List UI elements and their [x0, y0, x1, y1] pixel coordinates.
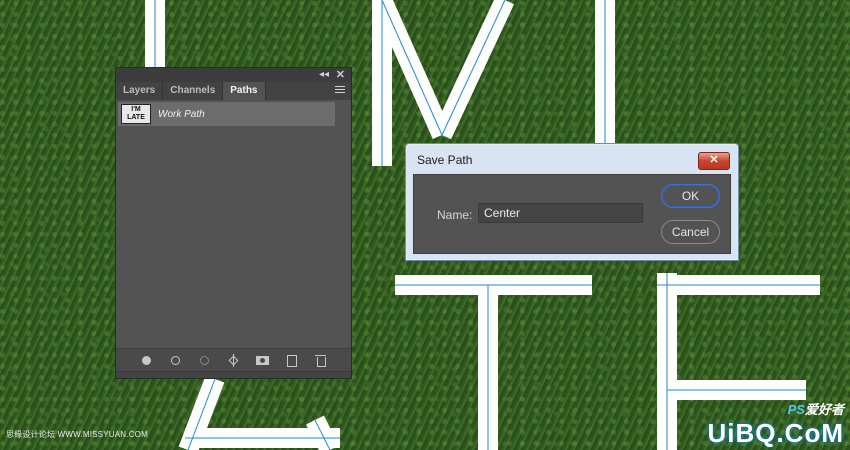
panel-titlebar[interactable]: ◂◂ ✕	[116, 68, 351, 82]
tab-paths[interactable]: Paths	[223, 82, 266, 100]
path-name: Work Path	[158, 108, 205, 120]
fill-path-icon[interactable]	[140, 354, 153, 367]
path-name-input[interactable]: Center	[478, 203, 643, 223]
new-path-icon[interactable]	[285, 354, 298, 367]
delete-path-icon[interactable]	[314, 354, 327, 367]
collapse-icon[interactable]: ◂◂	[319, 69, 329, 80]
tab-layers[interactable]: Layers	[116, 82, 164, 100]
cancel-button[interactable]: Cancel	[661, 220, 720, 244]
watermark-site: UiBQ.CoM	[707, 418, 844, 448]
dialog-body: Name: Center OK Cancel	[413, 174, 731, 254]
stroke-path-icon[interactable]	[169, 354, 182, 367]
name-label: Name:	[437, 208, 473, 222]
make-work-path-icon[interactable]	[227, 353, 240, 367]
panel-tabs: Layers Channels Paths	[116, 82, 351, 100]
ok-button[interactable]: OK	[661, 184, 720, 208]
resize-grip[interactable]	[116, 371, 351, 378]
watermark-left: 思缘设计论坛 WWW.MISSYUAN.COM	[6, 430, 148, 439]
dialog-close-button[interactable]: ✕	[698, 152, 730, 170]
paths-panel: ◂◂ ✕ Layers Channels Paths I'M LATE Work…	[115, 67, 352, 379]
watermark-ps-label: PS爱好者	[787, 402, 844, 417]
close-icon[interactable]: ✕	[336, 68, 345, 81]
load-selection-icon[interactable]	[198, 354, 211, 367]
watermark-right: PS爱好者 UiBQ.CoM	[707, 399, 844, 449]
path-thumbnail: I'M LATE	[121, 104, 151, 124]
tab-channels[interactable]: Channels	[163, 82, 224, 100]
panel-menu-icon[interactable]	[335, 86, 345, 95]
add-mask-icon[interactable]	[256, 354, 269, 367]
path-item-work-path[interactable]: I'M LATE Work Path	[118, 102, 335, 126]
dialog-title: Save Path	[417, 153, 473, 167]
save-path-dialog: Save Path ✕ Name: Center OK Cancel	[405, 143, 739, 261]
panel-footer	[116, 348, 351, 371]
